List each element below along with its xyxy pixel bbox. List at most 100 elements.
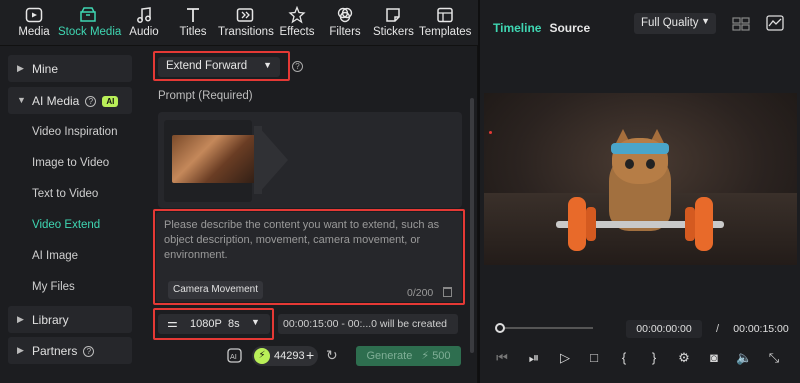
tab-media[interactable]: Media xyxy=(12,4,56,44)
sidebar-group-mine[interactable]: ▶ Mine xyxy=(8,55,132,82)
sidebar-group-mine-label: Mine xyxy=(32,62,59,76)
sidebar-item-video-extend[interactable]: Video Extend xyxy=(32,219,100,231)
player-area: Timeline Source Full Quality ▼ 00:00:00:0… xyxy=(480,0,800,383)
sidebar-item-text-to-video[interactable]: Text to Video xyxy=(32,188,98,200)
fullscreen-icon[interactable]: ⤡ xyxy=(766,350,782,366)
effects-icon xyxy=(288,6,306,24)
tab-source[interactable]: Source xyxy=(549,21,590,35)
sidebar-group-partners-row: Partners? xyxy=(32,344,95,358)
sidebar-group-partners-label: Partners xyxy=(32,344,78,358)
help-icon[interactable]: ? xyxy=(85,96,97,107)
sidebar-item-video-inspiration[interactable]: Video Inspiration xyxy=(32,126,117,138)
time-info: 00:00:15:00 - 00:...0 will be created xyxy=(278,314,458,334)
generate-label: Generate xyxy=(366,350,413,362)
preview-tabs: Timeline Source xyxy=(493,21,590,35)
caret-right-icon: ▶ xyxy=(17,63,24,73)
refresh-icon[interactable]: ↻ xyxy=(326,347,338,364)
help-icon[interactable]: ? xyxy=(292,61,303,72)
svg-text:AI: AI xyxy=(230,353,237,361)
sidebar-item-ai-image[interactable]: AI Image xyxy=(32,250,78,262)
source-video-card[interactable] xyxy=(164,120,259,202)
timecode-separator: / xyxy=(716,323,720,335)
tab-templates[interactable]: Templates xyxy=(419,4,471,44)
sidebar-group-library[interactable]: ▶ Library xyxy=(8,306,132,333)
tab-transitions-label: Transitions xyxy=(218,26,274,38)
source-video-thumbnail xyxy=(172,135,259,183)
tab-templates-label: Templates xyxy=(419,26,472,38)
stop-icon[interactable]: □ xyxy=(586,350,602,366)
video-preview[interactable] xyxy=(484,93,797,265)
tab-timeline[interactable]: Timeline xyxy=(493,21,541,35)
playback-progress-track[interactable] xyxy=(498,327,593,329)
trash-icon[interactable] xyxy=(443,287,452,297)
sidebar-group-ai-media-row: AI Media? AI xyxy=(32,94,119,108)
sidebar-group-ai-media-label: AI Media xyxy=(32,94,80,108)
tab-audio[interactable]: Audio xyxy=(126,4,162,44)
snapshot-camera-icon[interactable]: ◙ xyxy=(706,350,722,366)
playhead-knob[interactable] xyxy=(495,323,505,333)
preview-weight-plate xyxy=(695,197,713,251)
sidebar-item-image-to-video[interactable]: Image to Video xyxy=(32,157,109,169)
settings-gear-icon[interactable]: ⚙ xyxy=(676,350,692,366)
credits-value: 44293 xyxy=(274,350,305,362)
tab-audio-label: Audio xyxy=(129,26,159,38)
stickers-icon xyxy=(386,8,400,22)
credits-pill[interactable]: ⚡ 44293 + xyxy=(252,346,318,366)
tab-stickers-label: Stickers xyxy=(373,26,414,38)
titles-icon xyxy=(187,8,199,22)
quality-select[interactable]: Full Quality ▼ xyxy=(634,13,716,34)
scope-icon[interactable] xyxy=(766,15,784,31)
ai-assistant-icon[interactable]: AI xyxy=(226,347,244,365)
tab-titles-label: Titles xyxy=(179,26,207,38)
chevron-down-icon: ▼ xyxy=(701,16,710,26)
preview-cat-eye xyxy=(625,159,634,169)
bolt-icon: ⚡ xyxy=(254,348,270,364)
top-toolbar: Media Stock Media Audio Titles Transitio… xyxy=(0,0,478,46)
prompt-label: Prompt (Required) xyxy=(158,90,253,102)
help-icon[interactable]: ? xyxy=(83,346,95,357)
caret-right-icon: ▶ xyxy=(17,314,24,324)
preview-cat-eye xyxy=(646,159,655,169)
tab-stock-media[interactable]: Stock Media xyxy=(58,4,122,44)
previous-frame-icon[interactable]: ⏮ xyxy=(494,350,510,366)
generate-cost: 500 xyxy=(432,350,451,362)
transitions-icon xyxy=(236,8,254,22)
highlight-box xyxy=(153,308,274,340)
play-icon[interactable]: ▷ xyxy=(557,350,573,366)
tab-transitions[interactable]: Transitions xyxy=(218,4,274,44)
extend-arrow-icon xyxy=(258,126,288,194)
mark-in-icon[interactable]: { xyxy=(616,350,632,366)
current-timecode: 00:00:00:00 xyxy=(626,320,702,338)
audio-icon xyxy=(137,7,151,23)
generate-button[interactable]: Generate ⚡ 500 xyxy=(356,346,461,366)
caret-right-icon: ▶ xyxy=(17,345,24,355)
sidebar-group-partners[interactable]: ▶ Partners? xyxy=(8,337,132,364)
preview-marker xyxy=(489,131,492,134)
stock-media-icon xyxy=(80,7,96,22)
highlight-box xyxy=(153,51,290,81)
templates-icon xyxy=(437,7,453,23)
filters-icon xyxy=(337,7,353,23)
preview-weight-plate xyxy=(586,207,596,241)
plus-icon[interactable]: + xyxy=(306,347,314,363)
sidebar-item-my-files[interactable]: My Files xyxy=(32,281,75,293)
mark-out-icon[interactable]: } xyxy=(646,350,662,366)
tab-stickers[interactable]: Stickers xyxy=(373,4,414,44)
step-forward-icon[interactable]: ⏯ xyxy=(526,350,542,366)
tab-filters[interactable]: Filters xyxy=(328,4,362,44)
sidebar-group-library-label: Library xyxy=(32,313,69,327)
scrollbar[interactable] xyxy=(470,98,474,353)
quality-value: Full Quality xyxy=(641,17,699,29)
volume-icon[interactable]: 🔈 xyxy=(736,350,752,366)
media-icon xyxy=(25,7,43,23)
tab-effects-label: Effects xyxy=(279,26,315,38)
camera-movement-button[interactable]: Camera Movement xyxy=(168,281,263,299)
sidebar-group-ai-media[interactable]: ▼ AI Media? AI xyxy=(8,87,132,114)
tab-stock-media-label: Stock Media xyxy=(58,26,122,38)
total-timecode: 00:00:15:00 xyxy=(733,323,789,335)
grid-view-icon[interactable] xyxy=(732,17,750,31)
bolt-icon: ⚡ xyxy=(421,350,430,362)
tab-effects[interactable]: Effects xyxy=(279,4,315,44)
preview-headband xyxy=(611,143,669,154)
tab-titles[interactable]: Titles xyxy=(174,4,212,44)
